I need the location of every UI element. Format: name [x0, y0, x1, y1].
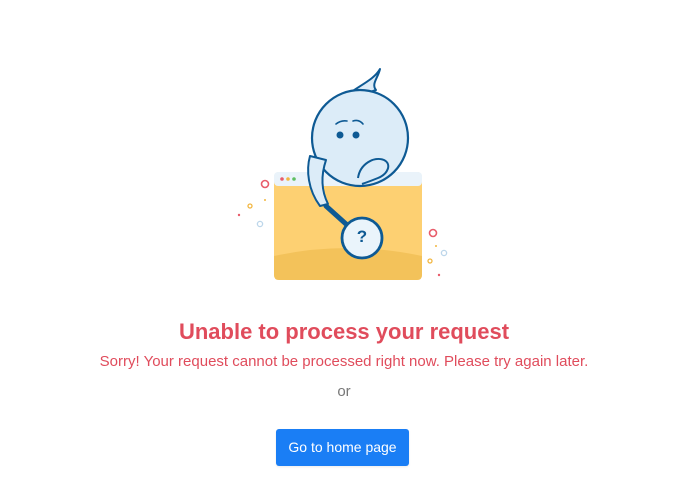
sparkle-ring	[440, 249, 448, 257]
sparkle-ring	[260, 179, 270, 189]
sparkle-ring	[247, 203, 253, 209]
window-dot-yellow	[286, 177, 290, 181]
sparkle-dot	[264, 199, 266, 201]
or-separator: or	[337, 383, 351, 400]
window-dot-green	[292, 177, 296, 181]
eye-right	[352, 131, 360, 139]
go-home-button[interactable]: Go to home page	[276, 429, 409, 466]
error-title: Unable to process your request	[178, 319, 510, 344]
window-dot-red	[280, 177, 284, 181]
sparkle-ring	[256, 220, 264, 228]
question-mark-icon: ?	[356, 227, 368, 246]
sparkle-ring	[428, 228, 438, 238]
error-message: Sorry! Your request cannot be processed …	[99, 353, 589, 370]
sparkle-dot	[437, 273, 441, 277]
sparkle-dot	[435, 245, 437, 247]
confused-character-illustration	[237, 68, 448, 280]
error-page: ? Unable to process your request Sorry! …	[0, 0, 688, 490]
eye-left	[336, 131, 344, 139]
sparkle-ring	[427, 258, 433, 264]
sparkle-dot	[237, 213, 241, 217]
